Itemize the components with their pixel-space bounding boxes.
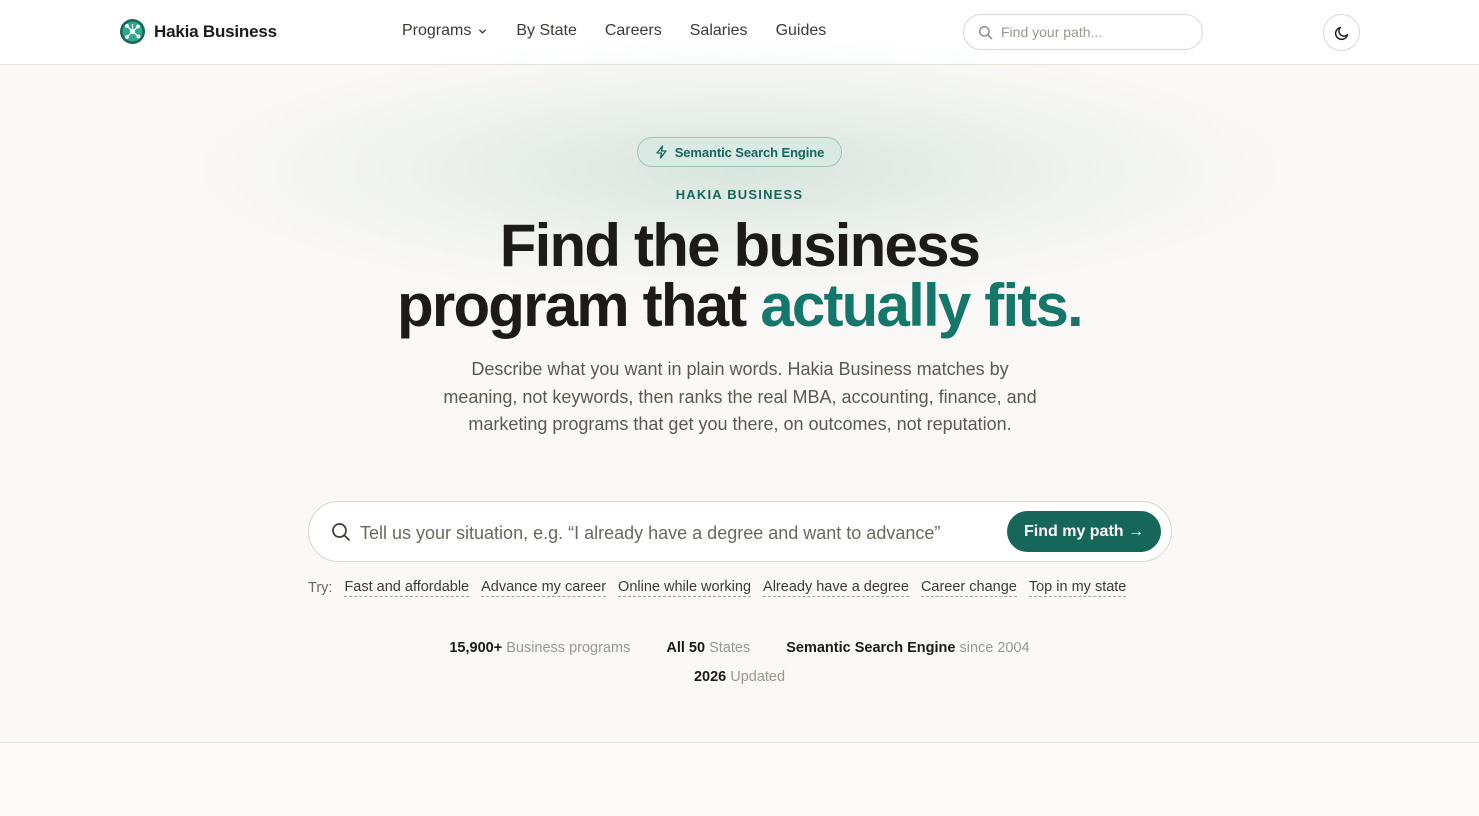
- stat-programs-label: Business programs: [506, 640, 631, 656]
- nav-salaries-label: Salaries: [689, 22, 748, 39]
- hero-description: Describe what you want in plain words. H…: [443, 359, 1037, 434]
- hero-eyebrow: HAKIA BUSINESS: [675, 187, 804, 202]
- site-header: Hakia Business Programs By State Careers…: [0, 0, 1479, 65]
- theme-toggle-button[interactable]: [1323, 14, 1360, 51]
- stat-programs-value: 15,900+: [449, 640, 503, 656]
- try-label: Try:: [308, 579, 333, 596]
- stat-states-label: States: [709, 640, 751, 656]
- moon-icon: [1334, 26, 1348, 40]
- stat-states-value: All 50: [666, 640, 706, 656]
- next-section: [0, 743, 1479, 816]
- suggestion-row: Try: Fast and affordable Advance my care…: [308, 578, 1138, 597]
- suggestion-fast-affordable[interactable]: Fast and affordable: [344, 578, 470, 597]
- stat-updated: 2026 Updated: [694, 669, 785, 685]
- nav-by-state-label: By State: [516, 22, 577, 39]
- headline-accent: actually fits.: [760, 272, 1083, 339]
- hero-badge: Semantic Search Engine: [637, 137, 842, 167]
- hero-search-input[interactable]: [360, 520, 1000, 546]
- nav-by-state[interactable]: By State: [516, 22, 576, 40]
- suggestion-top-state[interactable]: Top in my state: [1028, 578, 1127, 597]
- nav-salaries[interactable]: Salaries: [690, 22, 748, 40]
- badge-label: Semantic Search Engine: [674, 144, 825, 160]
- stat-updated-value: 2026: [693, 669, 727, 685]
- stat-engine: Semantic Search Engine since 2004: [786, 640, 1029, 656]
- header-search: [963, 14, 1203, 50]
- stats-row-2: 2026 Updated: [0, 669, 1479, 685]
- headline-line-2-prefix: program that: [397, 272, 761, 339]
- nav-guides[interactable]: Guides: [776, 22, 827, 40]
- stats-row: 15,900+ Business programs All 50 States …: [0, 640, 1479, 656]
- stat-updated-label: Updated: [730, 669, 786, 685]
- suggestion-online-working[interactable]: Online while working: [618, 578, 752, 597]
- search-icon: [332, 523, 350, 541]
- nav-programs-label: Programs: [402, 22, 472, 39]
- suggestion-advance-career[interactable]: Advance my career: [481, 578, 607, 597]
- stat-engine-label: since 2004: [959, 640, 1030, 656]
- lightning-icon: [656, 145, 667, 159]
- suggestion-career-change[interactable]: Career change: [920, 578, 1017, 597]
- chevron-down-icon: [479, 28, 487, 34]
- nav-careers[interactable]: Careers: [605, 22, 662, 40]
- find-my-path-button[interactable]: Find my path →: [1007, 511, 1161, 552]
- stat-engine-value: Semantic Search Engine: [786, 640, 956, 656]
- brand-link[interactable]: Hakia Business: [120, 19, 277, 44]
- stat-programs: 15,900+ Business programs: [449, 640, 630, 656]
- stat-states: All 50 States: [666, 640, 750, 656]
- header-search-input[interactable]: [1001, 24, 1181, 40]
- nav-guides-label: Guides: [775, 22, 827, 39]
- brand-name: Hakia Business: [154, 21, 277, 41]
- hero-headline: Find the business program that actually …: [0, 216, 1479, 336]
- suggestion-have-degree[interactable]: Already have a degree: [763, 578, 909, 597]
- logo-icon: [120, 19, 145, 44]
- nav-programs[interactable]: Programs: [402, 22, 488, 40]
- main-nav: Programs By State Careers Salaries Guide…: [402, 22, 854, 40]
- hero-search-bar: Find my path →: [308, 501, 1172, 562]
- nav-careers-label: Careers: [604, 22, 662, 39]
- search-icon: [978, 25, 993, 39]
- headline-line-1: Find the business: [499, 212, 981, 279]
